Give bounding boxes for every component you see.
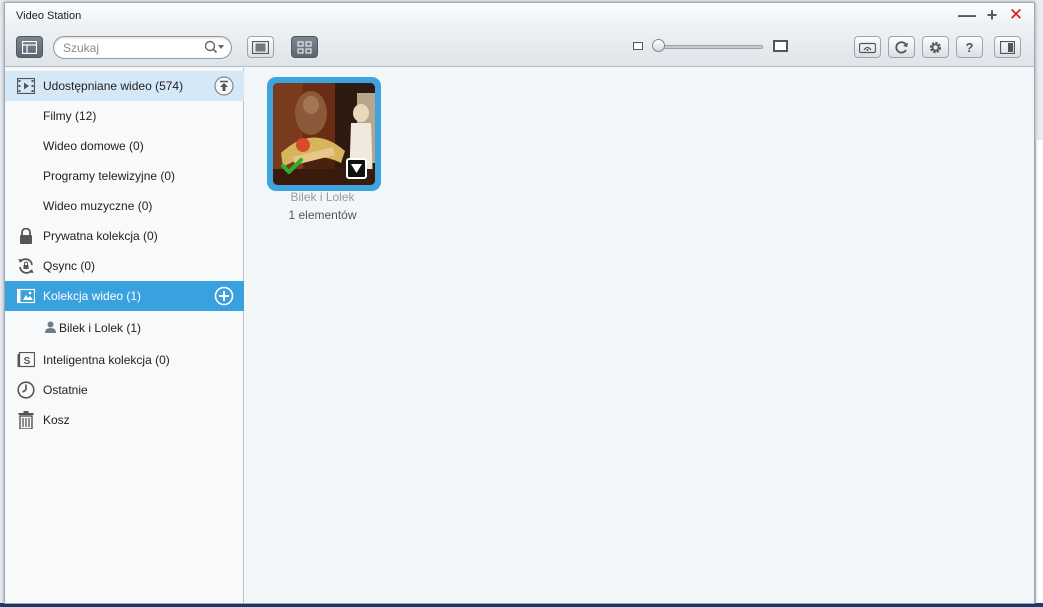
svg-text:S: S [24, 356, 31, 367]
sidebar-item-label: Bilek i Lolek (1) [59, 321, 142, 335]
sidebar-item-shared-videos[interactable]: Udostępniane wideo (574) [5, 71, 244, 101]
help-icon: ? [965, 39, 974, 55]
sidebar-item-tv-shows[interactable]: Programy telewizyjne (0) [5, 161, 244, 191]
refresh-button[interactable] [888, 36, 915, 58]
close-icon[interactable]: ✕ [1007, 6, 1025, 24]
zoom-in-icon[interactable] [773, 40, 788, 52]
info-panel-button[interactable] [994, 36, 1021, 58]
sidebar-layout-icon [22, 40, 37, 54]
film-icon [17, 77, 35, 95]
clock-icon [17, 381, 35, 399]
zoom-slider-track[interactable] [659, 45, 763, 49]
gear-icon [929, 41, 942, 53]
filmstrip-icon [252, 40, 269, 54]
video-station-window: Video Station — + ✕ Szukaj ? Udostępnian… [4, 2, 1035, 604]
sidebar-item-trash[interactable]: Kosz [5, 405, 244, 435]
sidebar-item-recent[interactable]: Ostatnie [5, 375, 244, 405]
sidebar-item-movies[interactable]: Filmy (12) [5, 101, 244, 131]
window-title: Video Station [16, 10, 82, 22]
add-collection-icon[interactable] [214, 286, 234, 306]
sidebar-item-qsync[interactable]: Qsync (0) [5, 251, 244, 281]
sidebar-item-label: Wideo muzyczne (0) [43, 199, 153, 213]
toggle-sidebar-button[interactable] [16, 36, 43, 58]
upload-icon[interactable] [214, 76, 234, 96]
sidebar-item-label: Qsync (0) [43, 259, 96, 273]
sidebar-item-label: Programy telewizyjne (0) [43, 169, 176, 183]
title-bar: Video Station — + ✕ [5, 3, 1034, 29]
collection-tile[interactable] [267, 77, 381, 191]
trash-icon [17, 411, 35, 429]
search-input[interactable] [63, 40, 203, 56]
refresh-icon [895, 40, 908, 53]
sidebar-item-label: Inteligentna kolekcja (0) [43, 353, 170, 367]
sidebar-item-label: Wideo domowe (0) [43, 139, 144, 153]
settings-button[interactable] [922, 36, 949, 58]
sidebar-item-video-collection[interactable]: Kolekcja wideo (1) [5, 281, 244, 311]
sidebar-item-smart-collection[interactable]: S Inteligentna kolekcja (0) [5, 345, 244, 375]
desktop-edge [1035, 140, 1043, 607]
sidebar-item-label: Filmy (12) [43, 109, 97, 123]
search-icon[interactable] [204, 39, 226, 55]
toolbar: ? [5, 29, 1034, 67]
tile-menu-button[interactable] [346, 158, 367, 179]
stream-device-button[interactable] [854, 36, 881, 58]
sidebar: Udostępniane wideo (574) Filmy (12) Wide… [5, 68, 244, 603]
media-streaming-icon [859, 42, 876, 53]
triangle-down-icon [351, 164, 362, 173]
smart-collection-icon: S [17, 351, 35, 369]
sidebar-item-label: Ostatnie [43, 383, 88, 397]
lock-icon [17, 227, 35, 245]
sync-icon [17, 257, 35, 275]
content-area: Bilek i Lolek 1 elementów [245, 68, 1034, 603]
maximize-icon[interactable]: + [983, 6, 1001, 24]
sidebar-item-bilek-i-lolek[interactable]: Bilek i Lolek (1) [5, 313, 244, 343]
list-view-button[interactable] [247, 36, 274, 58]
sidebar-item-private-collection[interactable]: Prywatna kolekcja (0) [5, 221, 244, 251]
sidebar-item-music-videos[interactable]: Wideo muzyczne (0) [5, 191, 244, 221]
collection-item-count: 1 elementów [288, 208, 357, 222]
help-button[interactable]: ? [956, 36, 983, 58]
checkmark-icon [281, 158, 303, 174]
info-panel-icon [1000, 40, 1015, 54]
sidebar-item-label: Kosz [43, 413, 70, 427]
zoom-out-icon[interactable] [633, 42, 643, 50]
sidebar-item-label: Udostępniane wideo (574) [43, 79, 184, 93]
zoom-slider-handle[interactable] [652, 39, 665, 52]
collection-icon [17, 287, 35, 305]
sidebar-item-label: Kolekcja wideo (1) [43, 289, 142, 303]
search-box[interactable] [53, 36, 232, 59]
grid-view-button[interactable] [291, 36, 318, 58]
sidebar-item-home-videos[interactable]: Wideo domowe (0) [5, 131, 244, 161]
minimize-icon[interactable]: — [958, 6, 976, 24]
grid-icon [297, 41, 312, 53]
user-icon [44, 321, 56, 333]
sidebar-item-label: Prywatna kolekcja (0) [43, 229, 158, 243]
collection-title: Bilek i Lolek [290, 190, 355, 204]
